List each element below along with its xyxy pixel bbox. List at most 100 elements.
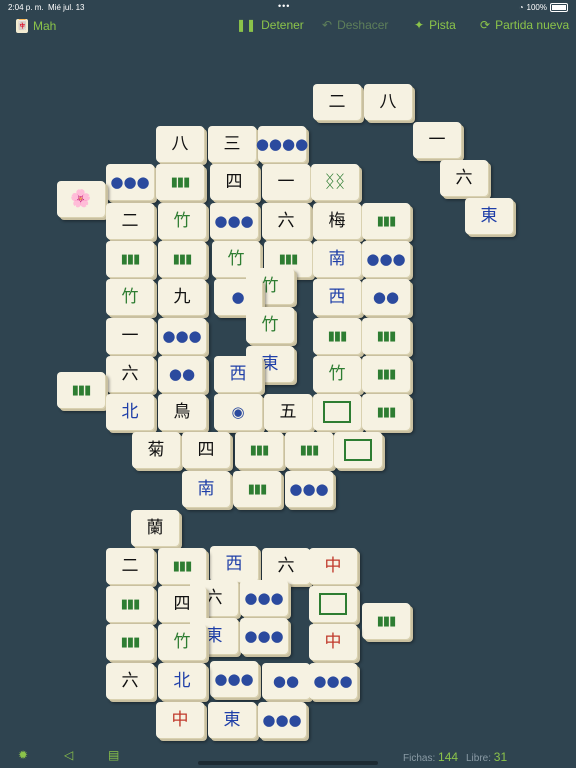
tile-face: 梅 bbox=[328, 210, 346, 231]
mahjong-tile[interactable]: 一 bbox=[262, 164, 310, 200]
tile-face: ▮▮▮ bbox=[376, 328, 396, 344]
mahjong-tile[interactable]: 二 bbox=[106, 548, 154, 584]
tile-face: 三 bbox=[223, 133, 241, 154]
mahjong-tile[interactable]: 梅 bbox=[313, 203, 361, 239]
mahjong-tile[interactable]: ▮▮▮ bbox=[106, 624, 154, 660]
mahjong-tile[interactable]: ▮▮▮ bbox=[158, 241, 206, 277]
mahjong-tile[interactable]: ●●● bbox=[106, 164, 154, 200]
mahjong-tile[interactable]: 八 bbox=[156, 126, 204, 162]
mahjong-tile[interactable]: ●● bbox=[158, 356, 206, 392]
mahjong-tile[interactable]: ●●● bbox=[309, 663, 357, 699]
mahjong-tile[interactable]: ▮▮▮ bbox=[285, 432, 333, 468]
mahjong-tile[interactable]: 二 bbox=[313, 84, 361, 120]
mahjong-tile[interactable]: 🌸 bbox=[57, 181, 105, 217]
mahjong-tile[interactable]: ▮▮▮ bbox=[362, 356, 410, 392]
mahjong-tile[interactable]: 六 bbox=[262, 203, 310, 239]
mahjong-tile[interactable]: 五 bbox=[264, 394, 312, 430]
tile-face: ▮▮▮ bbox=[376, 213, 396, 229]
mahjong-tile[interactable]: 四 bbox=[158, 586, 206, 622]
mahjong-tile[interactable] bbox=[309, 586, 357, 622]
tile-face: 一 bbox=[121, 325, 139, 346]
mahjong-tile[interactable]: 中 bbox=[309, 624, 357, 660]
mahjong-tile[interactable]: ●● bbox=[262, 663, 310, 699]
mahjong-tile[interactable]: 東 bbox=[465, 198, 513, 234]
tile-face: 二 bbox=[121, 555, 139, 576]
mahjong-tile[interactable]: 竹 bbox=[158, 624, 206, 660]
mahjong-tile[interactable]: ●●● bbox=[240, 580, 288, 616]
mahjong-tile[interactable]: ●●● bbox=[258, 702, 306, 738]
tile-face: ●●● bbox=[313, 671, 353, 690]
mahjong-tile[interactable]: 一 bbox=[413, 122, 461, 158]
mahjong-tile[interactable]: 東 bbox=[208, 702, 256, 738]
sound-icon[interactable]: ◁ bbox=[64, 748, 73, 762]
mahjong-tile[interactable]: 蘭 bbox=[131, 510, 179, 546]
mahjong-board: 二八一六東八三 ●●●● ●●● ▮▮▮ 四一 ᛝᛝ 🌸 二竹 ●●● 六梅 ▮▮▮ ▮▮▮ ▮▮▮ 竹 ▮… bbox=[0, 0, 576, 768]
mahjong-tile[interactable]: 竹 bbox=[246, 307, 294, 343]
tile-face: ●●● bbox=[366, 249, 406, 268]
mahjong-tile[interactable]: ▮▮▮ bbox=[235, 432, 283, 468]
mahjong-tile[interactable]: 四 bbox=[210, 164, 258, 200]
save-icon[interactable]: ▤ bbox=[108, 748, 119, 762]
mahjong-tile[interactable]: ▮▮▮ bbox=[233, 471, 281, 507]
tile-face: 一 bbox=[277, 171, 295, 192]
mahjong-tile[interactable] bbox=[334, 432, 382, 468]
mahjong-tile[interactable]: ●●● bbox=[362, 241, 410, 277]
home-indicator bbox=[198, 761, 378, 765]
mahjong-tile[interactable]: ●●● bbox=[285, 471, 333, 507]
mahjong-tile[interactable]: ▮▮▮ bbox=[57, 372, 105, 408]
mahjong-tile[interactable]: 西 bbox=[313, 279, 361, 315]
mahjong-tile[interactable]: 竹 bbox=[158, 203, 206, 239]
mahjong-tile[interactable]: 二 bbox=[106, 203, 154, 239]
mahjong-tile[interactable]: ●●●● bbox=[256, 126, 308, 162]
mahjong-tile[interactable]: 菊 bbox=[132, 432, 180, 468]
mahjong-tile[interactable]: ▮▮▮ bbox=[362, 394, 410, 430]
tile-face: 六 bbox=[121, 363, 139, 384]
mahjong-tile[interactable]: 鳥 bbox=[158, 394, 206, 430]
tile-face: 東 bbox=[223, 709, 241, 730]
mahjong-tile[interactable]: 西 bbox=[210, 546, 258, 582]
mahjong-tile[interactable]: ᛝᛝ bbox=[311, 164, 359, 200]
mahjong-tile[interactable]: 一 bbox=[106, 318, 154, 354]
mahjong-tile[interactable]: ▮▮▮ bbox=[106, 586, 154, 622]
mahjong-tile[interactable]: 六 bbox=[106, 663, 154, 699]
mahjong-tile[interactable]: 西 bbox=[214, 356, 262, 392]
mahjong-tile[interactable]: ●●● bbox=[240, 618, 288, 654]
bottom-bar: ✹ ◁ ▤ Fichas: 144 Libre: 31 bbox=[0, 744, 576, 768]
settings-gear-icon[interactable]: ✹ bbox=[18, 748, 28, 762]
mahjong-tile[interactable]: ●●● bbox=[210, 661, 258, 697]
mahjong-tile[interactable]: 六 bbox=[106, 356, 154, 392]
mahjong-tile[interactable]: ▮▮▮ bbox=[158, 548, 206, 584]
mahjong-tile[interactable]: 六 bbox=[440, 160, 488, 196]
tiles-count: 144 bbox=[438, 750, 459, 764]
tile-face: ●●● bbox=[262, 710, 302, 729]
mahjong-tile[interactable]: 竹 bbox=[106, 279, 154, 315]
mahjong-tile[interactable]: 中 bbox=[309, 548, 357, 584]
mahjong-tile[interactable]: 八 bbox=[364, 84, 412, 120]
mahjong-tile[interactable]: ●●● bbox=[210, 203, 258, 239]
tile-face: ◉ bbox=[231, 402, 245, 421]
mahjong-tile[interactable]: ▮▮▮ bbox=[362, 603, 410, 639]
mahjong-tile[interactable] bbox=[313, 394, 361, 430]
mahjong-tile[interactable]: ●● bbox=[362, 279, 410, 315]
tile-face: 二 bbox=[328, 91, 346, 112]
mahjong-tile[interactable]: ●●● bbox=[158, 318, 206, 354]
tile-face: ●●● bbox=[244, 626, 284, 645]
tile-face: 竹 bbox=[173, 631, 191, 652]
mahjong-tile[interactable]: 南 bbox=[182, 471, 230, 507]
mahjong-tile[interactable]: ▮▮▮ bbox=[313, 318, 361, 354]
mahjong-tile[interactable]: ▮▮▮ bbox=[156, 164, 204, 200]
mahjong-tile[interactable]: 九 bbox=[158, 279, 206, 315]
mahjong-tile[interactable]: ▮▮▮ bbox=[362, 318, 410, 354]
mahjong-tile[interactable]: 四 bbox=[182, 432, 230, 468]
mahjong-tile[interactable]: 六 bbox=[262, 548, 310, 584]
mahjong-tile[interactable]: 三 bbox=[208, 126, 256, 162]
mahjong-tile[interactable]: 北 bbox=[106, 394, 154, 430]
tile-face: ●● bbox=[372, 287, 400, 306]
mahjong-tile[interactable]: 中 bbox=[156, 702, 204, 738]
mahjong-tile[interactable]: 北 bbox=[158, 663, 206, 699]
mahjong-tile[interactable]: 竹 bbox=[313, 356, 361, 392]
mahjong-tile[interactable]: ▮▮▮ bbox=[106, 241, 154, 277]
mahjong-tile[interactable]: 南 bbox=[313, 241, 361, 277]
mahjong-tile[interactable]: ◉ bbox=[214, 394, 262, 430]
mahjong-tile[interactable]: ▮▮▮ bbox=[362, 203, 410, 239]
